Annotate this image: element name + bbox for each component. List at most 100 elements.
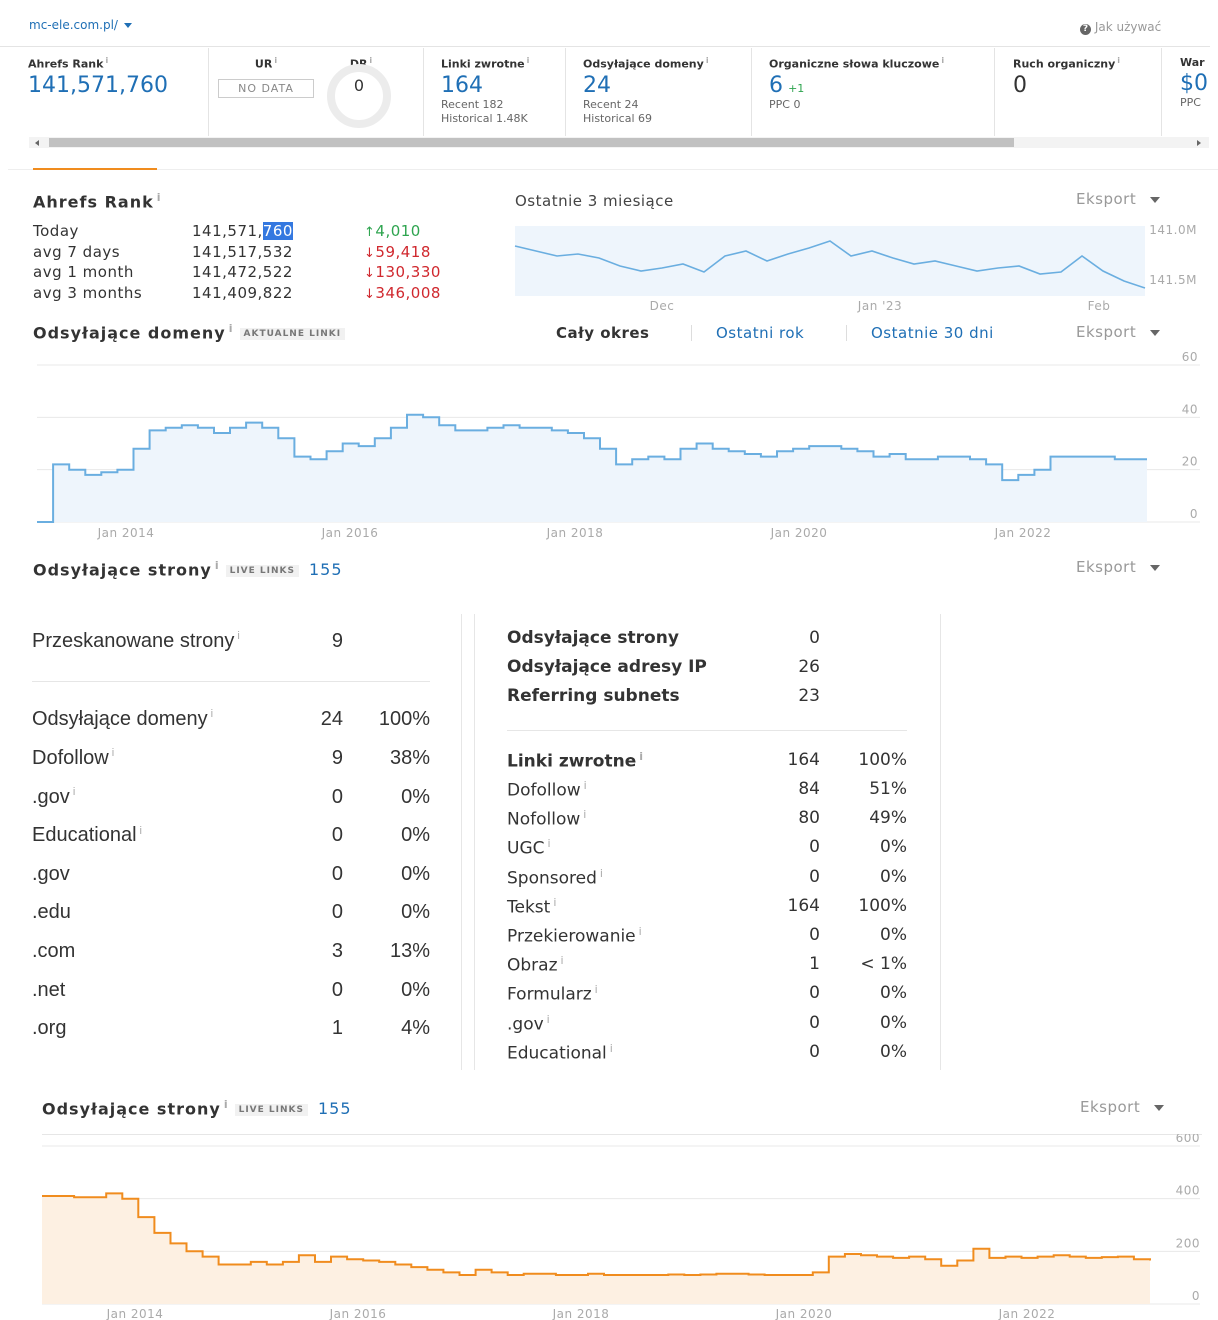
rank-row-label: avg 7 days — [33, 242, 121, 261]
rank-chart: 141.0M 141.5M Dec Jan '23 Feb — [514, 223, 1197, 313]
metric-label: Ruch organiczny — [1013, 57, 1116, 71]
x-tick-label: Jan 2014 — [106, 1307, 164, 1320]
y-tick-label: 141.5M — [1149, 273, 1197, 287]
horizontal-scrollbar[interactable] — [29, 137, 1209, 148]
metric-dr: DR i 0 — [323, 56, 405, 128]
right-stat-row-pct: 0% — [880, 1012, 907, 1033]
metric-ppc: PPC — [1180, 96, 1201, 109]
scroll-left-arrow[interactable] — [35, 140, 39, 146]
backlinks-header-value[interactable]: 164 — [740, 750, 820, 770]
tab-last-30-days[interactable]: Ostatnie 30 dni — [871, 324, 994, 342]
live-links-badge: LIVE LINKS — [225, 564, 299, 577]
chevron-down-icon — [1150, 329, 1161, 336]
arrow-down-icon: ↓ — [364, 245, 376, 261]
rank-row-label: avg 1 month — [33, 263, 134, 281]
right-stat-row-value: 164 — [787, 895, 820, 916]
scrollbar-thumb[interactable] — [49, 138, 1014, 147]
crawled-pages-label: Przeskanowane strony i — [32, 630, 240, 652]
selected-text: 760 — [262, 222, 293, 240]
right-stat-row-pct: < 1% — [860, 954, 907, 975]
domain-selector[interactable]: mc-ele.com.pl/ — [29, 18, 132, 32]
left-stat-row-value: 0 — [331, 978, 343, 1001]
right-stat-row-value[interactable]: 84 — [740, 779, 820, 799]
help-link[interactable]: ? Jak używać — [1080, 20, 1161, 35]
y-tick-label: 400 — [1176, 1184, 1200, 1198]
metric-value[interactable]: 24 — [583, 73, 709, 98]
metric-value[interactable]: 164 — [441, 73, 529, 98]
help-text: Jak używać — [1094, 20, 1162, 34]
right-stat-row-label: Sponsored i — [507, 866, 603, 889]
right-stat-row-pct: 0% — [880, 866, 907, 887]
right-top-row-label: Odsyłające strony — [507, 628, 679, 648]
refpages-export-button[interactable]: Eksport — [1076, 558, 1161, 576]
metric-value[interactable]: 141,571,760 — [28, 73, 168, 98]
rank-export-button[interactable]: Eksport — [1076, 190, 1161, 208]
left-stat-row-value[interactable]: 9 — [263, 747, 343, 770]
y-tick-label: 40 — [1182, 402, 1198, 416]
dr-gauge — [327, 64, 391, 128]
left-stat-row-label: .net — [32, 978, 66, 1001]
left-stat-row-pct: 0% — [401, 785, 430, 808]
x-tick-label: Jan 2020 — [770, 526, 828, 540]
metric-value: 0 — [353, 76, 365, 95]
rank-row-value: 141,571,760 — [192, 222, 293, 240]
right-top-row-value[interactable]: 26 — [740, 657, 820, 677]
rank-row-value: 141,517,532 — [192, 242, 293, 261]
rank-chart-title: Ostatnie 3 miesiące — [515, 192, 674, 210]
rank-row-delta: ↑4,010 — [364, 222, 421, 240]
metric-recent: Recent 182 — [441, 97, 504, 111]
metric-value: 0 — [1013, 72, 1027, 98]
refpages2-count: 155 — [318, 1099, 352, 1119]
tab-all-time[interactable]: Cały okres — [556, 324, 649, 342]
backlinks-header-pct: 100% — [858, 750, 907, 770]
left-stat-row-pct: 0% — [401, 862, 430, 885]
metric-organic-keywords: Organiczne słowa kluczowe i 6 +1 PPC 0 — [769, 56, 945, 111]
arrow-down-icon: ↓ — [364, 286, 376, 302]
refpages-count: 155 — [309, 560, 343, 580]
refpages2-export-button[interactable]: Eksport — [1080, 1098, 1165, 1116]
refdomains-export-button[interactable]: Eksport — [1076, 323, 1161, 341]
metric-value[interactable]: $0 — [1180, 71, 1210, 96]
ref-domains-header-value[interactable]: 24 — [263, 708, 343, 731]
left-stat-row-pct: 4% — [401, 1017, 430, 1040]
ur-no-data-badge: NO DATA — [218, 78, 314, 98]
right-stat-row-label: Educational i — [507, 1041, 613, 1064]
metric-ahrefs-rank: Ahrefs Rank i 141,571,760 — [28, 56, 168, 98]
metric-label: UR — [254, 57, 273, 71]
x-tick-label: Jan 2016 — [321, 526, 379, 540]
series-area — [37, 414, 1147, 522]
right-stat-row-value: 0 — [809, 983, 820, 1004]
metric-delta: +1 — [788, 81, 805, 95]
rank-row-value: 141,409,822 — [192, 283, 293, 302]
right-stat-row-pct: 49% — [869, 808, 907, 829]
y-tick-label: 60 — [1182, 350, 1198, 364]
left-stat-row-pct: 38% — [389, 747, 430, 769]
x-tick-label: Jan '23 — [857, 299, 902, 313]
left-stat-row-pct: 13% — [389, 940, 430, 962]
chevron-down-icon — [1150, 564, 1161, 571]
x-tick-label: Jan 2016 — [329, 1307, 387, 1320]
chevron-down-icon — [123, 23, 132, 28]
tab-last-year[interactable]: Ostatni rok — [716, 324, 804, 342]
right-stat-row-label: Nofollow i — [507, 808, 587, 830]
left-stat-row-label: .edu — [32, 901, 71, 924]
right-stat-row-pct: 0% — [880, 1041, 907, 1062]
metric-value[interactable]: 6 — [769, 73, 783, 98]
metric-ur: UR i NO DATA — [218, 56, 314, 98]
y-tick-label: 200 — [1176, 1236, 1200, 1250]
scroll-right-arrow[interactable] — [1197, 140, 1201, 146]
left-stat-row-value[interactable]: 3 — [263, 940, 343, 963]
rank-row-delta: ↓346,008 — [364, 283, 441, 302]
left-stat-row-label: .org — [32, 1017, 67, 1040]
right-top-row-value[interactable]: 23 — [740, 686, 820, 706]
right-stat-row-value[interactable]: 80 — [740, 808, 820, 828]
backlinks-header-label: Linki zwrotne i — [507, 750, 644, 772]
x-tick-label: Jan 2022 — [998, 1307, 1056, 1320]
right-stat-row-value: 1 — [809, 954, 820, 975]
refpages-chart: 0 200 400 600 Jan 2014 Jan 2016 Jan 2018 Jan 20… — [42, 1134, 1200, 1320]
y-tick-label: 0 — [1192, 1289, 1200, 1303]
rank-row-delta: ↓130,330 — [364, 263, 441, 281]
rank-row-delta: ↓59,418 — [364, 242, 431, 261]
y-tick-label: 0 — [1190, 507, 1198, 521]
left-stat-row-value[interactable]: 1 — [263, 1017, 343, 1040]
